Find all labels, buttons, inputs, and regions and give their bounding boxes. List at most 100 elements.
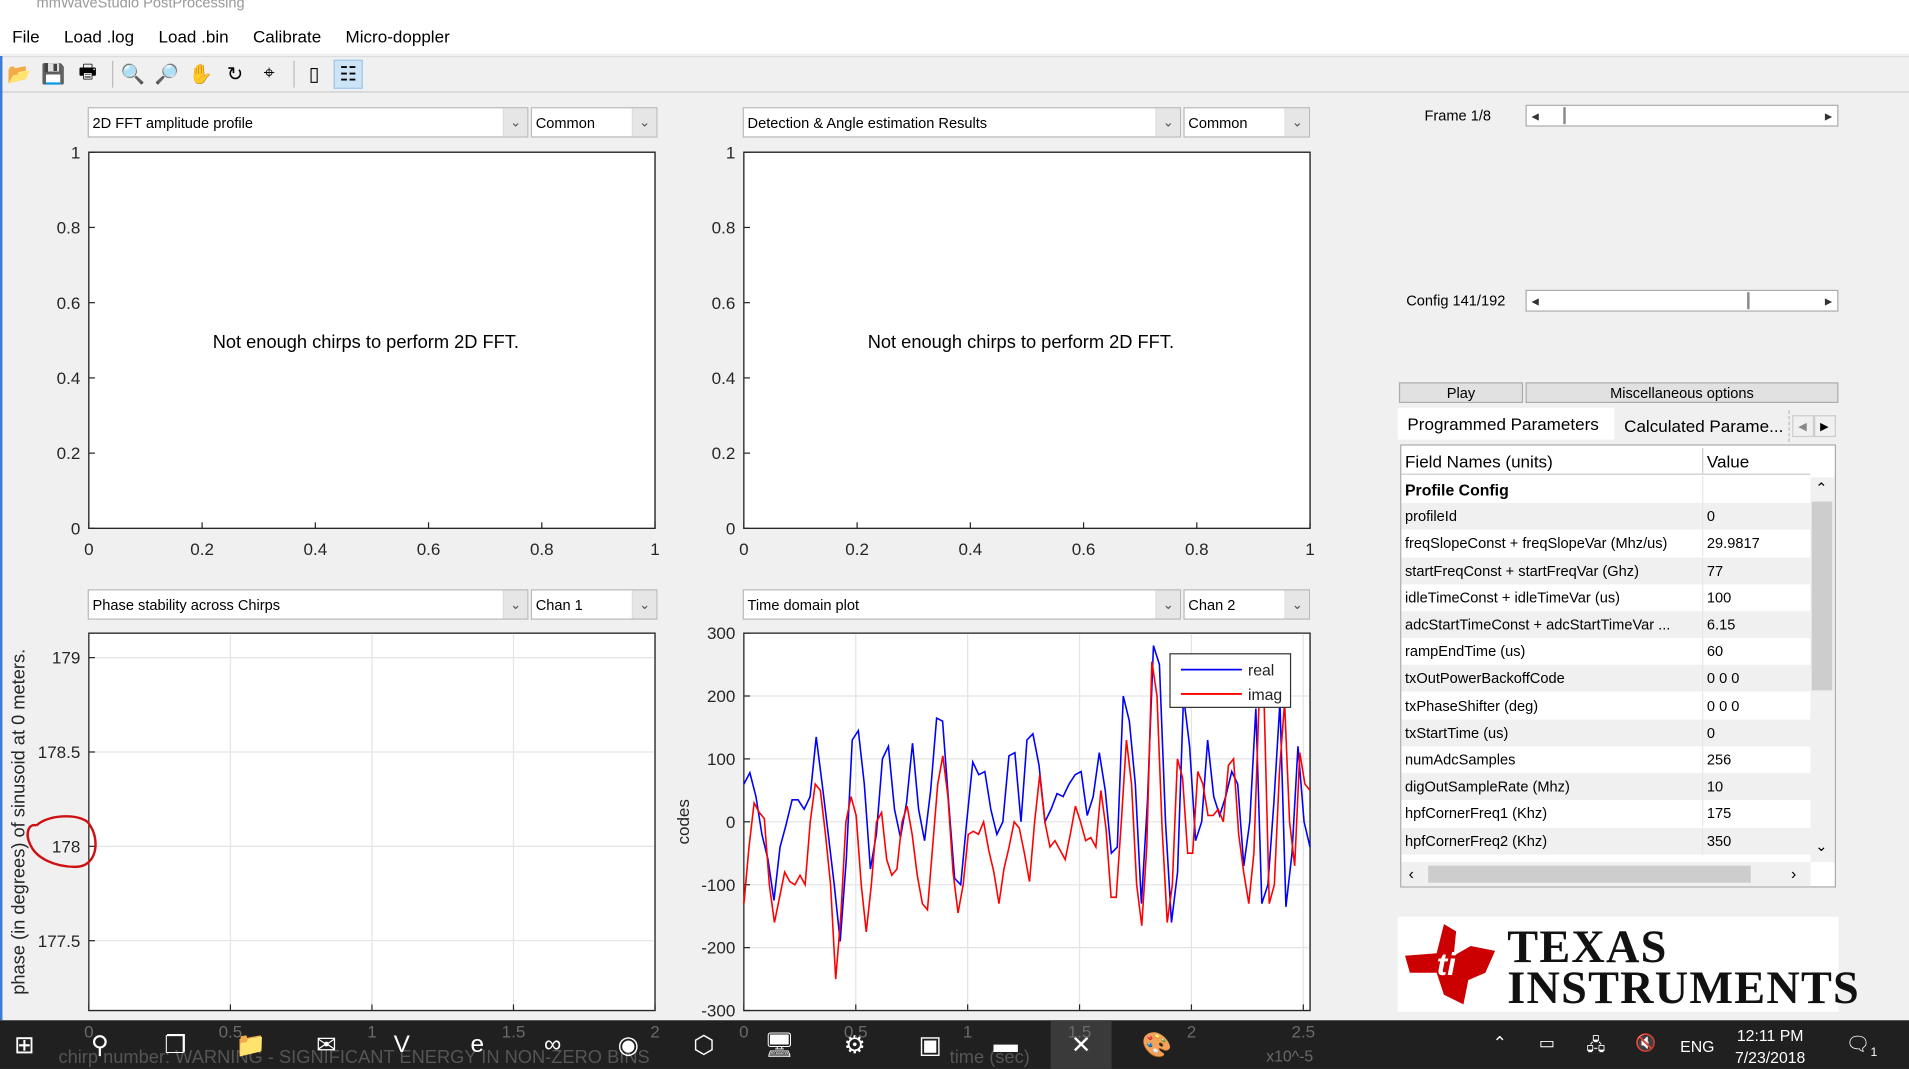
rotate-icon[interactable]: ↻ (220, 60, 249, 89)
volume-muted-icon[interactable]: 🔇 (1635, 1032, 1656, 1053)
outlook-icon[interactable]: ✉ (308, 1028, 345, 1062)
zoom-in-icon[interactable]: 🔍 (118, 60, 147, 89)
scroll-right-icon[interactable]: › (1791, 864, 1796, 882)
plot1-option-select[interactable]: Common ⌄ (530, 107, 658, 138)
print-icon[interactable]: 🖶 (73, 60, 102, 89)
colorbar-icon[interactable]: ▯ (300, 60, 329, 89)
menu-micro-doppler[interactable]: Micro-doppler (346, 27, 450, 46)
y-tick-label: 0.2 (712, 444, 736, 463)
plot1-select[interactable]: 2D FFT amplitude profile ⌄ (87, 107, 529, 138)
table-row[interactable]: idleTimeConst + idleTimeVar (us) 100 (1401, 584, 1810, 611)
y-tick-label: 1 (71, 143, 80, 162)
show-hidden-icons[interactable]: ⌃ (1493, 1032, 1507, 1053)
language-indicator[interactable]: ENG (1680, 1037, 1714, 1055)
field-value: 0 0 0 (1706, 697, 1740, 715)
network-icon[interactable]: 🖧 (1586, 1032, 1605, 1061)
settings-gear-icon[interactable]: ⚙ (836, 1028, 873, 1062)
tab-calculated-parameters[interactable]: Calculated Parame... (1614, 410, 1790, 442)
table-row[interactable]: txStartTime (us) 0 (1401, 719, 1811, 747)
table-row[interactable]: startFreqConst + startFreqVar (Ghz) 77 (1401, 557, 1811, 584)
legend-icon[interactable]: ☷ (333, 59, 363, 89)
plot3-option-select[interactable]: Chan 1 ⌄ (530, 589, 658, 620)
right-arrow-icon[interactable]: ▶ (1820, 106, 1837, 125)
matlab-installer-icon[interactable]: 🖥 (761, 1028, 798, 1062)
table-row[interactable]: txPhaseShifter (deg) 0 0 0 (1401, 692, 1810, 720)
search-icon[interactable]: ⚲ (82, 1028, 119, 1062)
terminal-icon[interactable]: ▬ (987, 1028, 1024, 1062)
plot4-option-select[interactable]: Chan 2 ⌄ (1183, 589, 1311, 620)
column-header-value[interactable]: Value (1703, 451, 1749, 470)
config-slider[interactable]: ◀ ▶ (1525, 289, 1839, 312)
column-header-field[interactable]: Field Names (units) (1401, 448, 1704, 474)
menu-file[interactable]: File (12, 27, 39, 46)
mmwave-tool-icon[interactable]: ✕ (1050, 1020, 1112, 1069)
table-row[interactable]: hpfCornerFreq2 (Khz) 350 (1401, 827, 1811, 855)
internet-explorer-icon[interactable]: e (459, 1028, 496, 1062)
table-row[interactable]: freqSlopeConst + freqSlopeVar (Mhz/us) 29… (1401, 530, 1810, 557)
y-tick-label: -300 (701, 1002, 735, 1021)
notifications-icon[interactable]: 🗨1 (1846, 1032, 1878, 1060)
windows-start-icon[interactable]: ⊞ (6, 1028, 43, 1062)
plot4-select[interactable]: Time domain plot ⌄ (742, 589, 1181, 620)
field-name: hpfCornerFreq2 (Khz) (1401, 827, 1704, 855)
scroll-up-icon[interactable]: ⌃ (1815, 480, 1827, 497)
task-view-icon[interactable]: ❐ (157, 1028, 194, 1062)
table-row[interactable]: numAdcSamples 256 (1401, 746, 1810, 774)
vertical-scrollbar[interactable]: ⌃ ⌄ (1810, 477, 1835, 862)
tab-programmed-parameters[interactable]: Programmed Parameters (1397, 407, 1615, 440)
y-tick-label: 0.2 (57, 444, 81, 463)
plot3-select[interactable]: Phase stability across Chirps ⌄ (87, 589, 529, 620)
horizontal-scrollbar[interactable]: ‹ › (1401, 861, 1811, 887)
visio-icon[interactable]: V (384, 1028, 421, 1062)
y-tick-label: 200 (707, 687, 735, 706)
save-icon[interactable]: 💾 (39, 60, 68, 89)
table-row[interactable]: digOutSampleRate (Mhz) 10 (1401, 773, 1811, 801)
slider-thumb[interactable] (1747, 292, 1750, 310)
clock[interactable]: 12:11 PM 7/23/2018 (1735, 1025, 1805, 1069)
table-row[interactable]: hpfCornerFreq1 (Khz) 175 (1401, 800, 1810, 828)
table-row[interactable]: profileId 0 (1401, 503, 1811, 530)
slider-thumb[interactable] (1563, 107, 1566, 125)
plot2-option-select[interactable]: Common ⌄ (1183, 107, 1311, 138)
right-arrow-icon[interactable]: ▶ (1820, 291, 1837, 310)
menu-load-bin[interactable]: Load .bin (158, 27, 228, 46)
open-folder-icon[interactable]: 📂 (5, 60, 34, 89)
tab-scroll-right-icon[interactable]: ▶ (1814, 415, 1836, 438)
menu-load-log[interactable]: Load .log (64, 27, 134, 46)
tab-scroll-left-icon[interactable]: ◀ (1792, 415, 1815, 438)
plot-border (743, 151, 1311, 530)
table-row[interactable]: rampEndTime (us) 60 (1401, 638, 1810, 665)
field-value: 0 (1706, 507, 1716, 525)
y-tick-label: 0 (71, 519, 80, 538)
scroll-left-icon[interactable]: ‹ (1409, 864, 1414, 882)
play-button[interactable]: Play (1398, 382, 1524, 403)
x-tick-label: 0.8 (530, 540, 554, 559)
scrollbar-thumb[interactable] (1428, 865, 1751, 883)
frame-slider[interactable]: ◀ ▶ (1525, 104, 1839, 127)
table-row[interactable]: txOutPowerBackoffCode 0 0 0 (1401, 665, 1811, 693)
pan-hand-icon[interactable]: ✋ (186, 60, 215, 89)
scrollbar-thumb[interactable] (1811, 501, 1833, 691)
table-row[interactable]: Profile Config (1401, 476, 1810, 503)
scroll-down-icon[interactable]: ⌄ (1815, 838, 1827, 855)
visual-studio-icon[interactable]: ∞ (534, 1028, 571, 1062)
control-panel-icon[interactable]: ▣ (912, 1028, 949, 1062)
field-value: 175 (1706, 805, 1732, 823)
left-arrow-icon[interactable]: ◀ (1527, 106, 1544, 125)
misc-options-button[interactable]: Miscellaneous options (1525, 382, 1839, 403)
package-icon[interactable]: ⬡ (685, 1028, 722, 1062)
file-explorer-icon[interactable]: 📁 (233, 1028, 270, 1062)
plot2-select[interactable]: Detection & Angle estimation Results ⌄ (742, 107, 1181, 138)
battery-icon[interactable]: ▭ (1539, 1032, 1555, 1053)
data-cursor-icon[interactable]: ⌖ (254, 60, 283, 89)
svg-text:ti: ti (1437, 946, 1458, 982)
menu-calibrate[interactable]: Calibrate (253, 27, 321, 46)
table-row[interactable]: adcStartTimeConst + adcStartTimeVar ... 6… (1401, 611, 1811, 638)
left-arrow-icon[interactable]: ◀ (1527, 291, 1544, 310)
plot3-option-value: Chan 1 (535, 595, 583, 614)
paint-icon[interactable]: 🎨 (1138, 1028, 1175, 1062)
chrome-icon[interactable]: ◉ (610, 1028, 647, 1062)
zoom-out-icon[interactable]: 🔎 (152, 60, 181, 89)
chevron-down-icon: ⌄ (1155, 108, 1180, 137)
field-value: 0 0 0 (1706, 670, 1740, 688)
